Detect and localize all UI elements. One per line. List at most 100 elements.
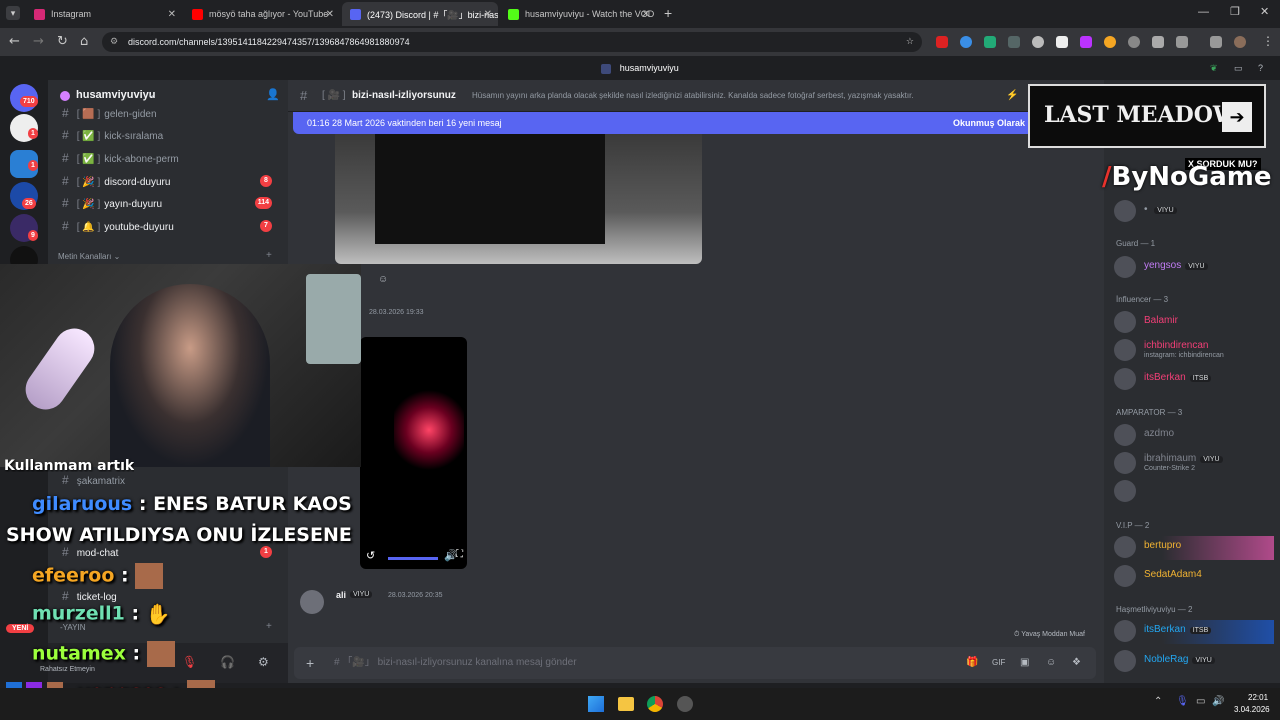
video-attachment[interactable]: ↺ 🔊 ⛶: [360, 337, 467, 569]
bookmark-star-icon[interactable]: ☆: [906, 32, 914, 52]
stream-chat-line: SHOW ATILDIYSA ONU İZLESENE: [6, 524, 352, 546]
new-messages-bar[interactable]: 01:16 28 Mart 2026 vaktinden beri 16 yen…: [293, 112, 1033, 134]
member-item[interactable]: ibrahimaum VIYU Counter-Strike 2: [1114, 452, 1274, 476]
media-control-icon[interactable]: [1210, 36, 1222, 48]
member-item[interactable]: • VIYU: [1114, 200, 1274, 224]
reload-icon[interactable]: ↻: [57, 34, 68, 49]
member-item[interactable]: [1114, 480, 1274, 504]
add-channel-icon[interactable]: +: [266, 621, 272, 632]
extension-icon[interactable]: [1032, 36, 1044, 48]
gif-icon[interactable]: GIF: [992, 647, 1005, 679]
replay-icon[interactable]: ↺: [366, 549, 375, 562]
help-icon[interactable]: ?: [1258, 56, 1263, 80]
file-explorer-icon[interactable]: [618, 697, 634, 711]
browser-tab[interactable]: husamviyuviyu - Watch the VOD ✕: [500, 2, 656, 26]
minimize-button[interactable]: —: [1198, 6, 1209, 18]
close-tab-icon[interactable]: ✕: [484, 9, 492, 20]
forward-icon[interactable]: →: [33, 34, 44, 49]
image-attachment[interactable]: [335, 134, 702, 264]
reaction-icon[interactable]: ☺: [378, 274, 388, 285]
channel-item[interactable]: # [ 🟫 ] gelen-giden: [56, 103, 282, 123]
member-item[interactable]: itsBerkan ITSB: [1114, 620, 1274, 644]
volume-bar[interactable]: [388, 557, 438, 560]
inbox-icon[interactable]: ▭: [1234, 56, 1243, 80]
channel-item[interactable]: # [ 🔔 ] youtube-duyuru 7: [56, 216, 282, 236]
adblock-extension-icon[interactable]: [936, 36, 948, 48]
threads-icon[interactable]: ⚡: [1006, 80, 1018, 112]
discord-taskbar-icon[interactable]: [677, 696, 693, 712]
tray-chevron-icon[interactable]: ⌃: [1154, 696, 1162, 707]
message-author[interactable]: ali: [336, 590, 346, 600]
leaf-icon[interactable]: ❦: [1210, 56, 1218, 80]
member-item[interactable]: Balamir: [1114, 311, 1274, 335]
member-item[interactable]: NobleRag VIYU: [1114, 650, 1274, 674]
clock-date[interactable]: 3.04.2026: [1234, 705, 1270, 714]
chrome-icon[interactable]: [647, 696, 663, 712]
add-member-icon[interactable]: 👤: [266, 88, 280, 101]
extensions-puzzle-icon[interactable]: [1176, 36, 1188, 48]
windows-start-icon[interactable]: [588, 696, 604, 712]
new-tab-button[interactable]: +: [664, 5, 672, 21]
browser-tab[interactable]: mösyö taha ağlıyor - YouTube ✕: [184, 2, 340, 26]
emoji-icon[interactable]: ☺: [1046, 647, 1056, 679]
member-item[interactable]: azdmo: [1114, 424, 1274, 448]
extension-icon[interactable]: [1104, 36, 1116, 48]
extension-icon[interactable]: [1080, 36, 1092, 48]
channel-item[interactable]: # [ ✅ ] kick-sıralama: [56, 125, 282, 145]
close-tab-icon[interactable]: ✕: [642, 9, 650, 20]
gift-icon[interactable]: 🎁: [966, 647, 978, 679]
channel-topic[interactable]: Hüsamın yayını arka planda olacak şekild…: [472, 80, 972, 112]
browser-toolbar: ← → ↻ ⌂ ⚙ discord.com/channels/139514118…: [0, 28, 1280, 56]
message-composer[interactable]: + # 「🎥」 bizi-nasıl-izliyorsunuz kanalına…: [294, 647, 1096, 679]
kick-icon: [508, 8, 519, 20]
close-tab-icon[interactable]: ✕: [326, 9, 334, 20]
close-window-button[interactable]: ✕: [1260, 5, 1269, 18]
category-header[interactable]: Metin Kanalları ⌄: [58, 252, 120, 261]
extension-icon[interactable]: [960, 36, 972, 48]
mark-as-read-button[interactable]: Okunmuş Olarak: [953, 112, 1025, 134]
shield-icon[interactable]: [1152, 36, 1164, 48]
bynogame-mark-icon: /: [1102, 162, 1112, 192]
tab-list-icon[interactable]: ▾: [6, 6, 20, 20]
emote-image: [135, 563, 164, 589]
apps-icon[interactable]: ❖: [1072, 647, 1081, 679]
extension-icon[interactable]: [1128, 36, 1140, 48]
fullscreen-icon[interactable]: ⛶: [456, 549, 463, 560]
close-tab-icon[interactable]: ✕: [168, 9, 176, 20]
sticker-icon[interactable]: ▣: [1020, 647, 1029, 679]
network-icon[interactable]: ▭: [1196, 696, 1205, 707]
add-channel-icon[interactable]: +: [266, 250, 272, 261]
maximize-button[interactable]: ❐: [1230, 5, 1240, 18]
message-avatar[interactable]: [300, 590, 324, 614]
channel-item[interactable]: # [ ✅ ] kick-abone-perm: [56, 148, 282, 168]
settings-gear-icon[interactable]: ⚙: [258, 655, 269, 669]
washing-machine: [306, 274, 361, 364]
site-info-icon[interactable]: ⚙: [110, 32, 118, 52]
member-activity: Counter-Strike 2: [1144, 465, 1195, 472]
volume-tray-icon[interactable]: 🔊: [1212, 696, 1224, 707]
browser-tab[interactable]: Instagram ✕: [26, 2, 182, 26]
member-item[interactable]: itsBerkan ITSB: [1114, 368, 1274, 392]
mute-mic-icon[interactable]: 🎙: [182, 655, 197, 669]
channel-item[interactable]: # [ 🎉 ] yayın-duyuru 114: [56, 193, 282, 213]
member-item[interactable]: bertupro: [1114, 536, 1274, 560]
extension-icon[interactable]: [1008, 36, 1020, 48]
profile-avatar[interactable]: [1234, 36, 1246, 48]
back-icon[interactable]: ←: [9, 34, 20, 49]
member-item[interactable]: yengsos VIYU: [1114, 256, 1274, 280]
home-icon[interactable]: ⌂: [80, 34, 88, 49]
address-input[interactable]: ⚙ discord.com/channels/13951411842294743…: [102, 32, 922, 52]
extension-icon[interactable]: [1056, 36, 1068, 48]
channel-item[interactable]: # [ 🎉 ] discord-duyuru 8: [56, 171, 282, 191]
clock-time[interactable]: 22:01: [1248, 693, 1268, 702]
upload-plus-icon[interactable]: +: [306, 647, 314, 679]
channel-item[interactable]: # şakamatrix: [56, 470, 282, 490]
member-item[interactable]: SedatAdam4: [1114, 565, 1274, 589]
member-item[interactable]: ichbindirencan instagram: ichbindirencan: [1114, 339, 1274, 363]
browser-menu-icon[interactable]: ⋮: [1262, 34, 1274, 48]
browser-tab-active[interactable]: (2473) Discord | #「🎥」bizi-nası ✕: [342, 2, 498, 26]
mic-tray-icon[interactable]: 🎙: [1176, 696, 1189, 707]
headphones-icon[interactable]: 🎧: [220, 655, 235, 669]
member-name: ichbindirencan: [1144, 340, 1209, 351]
extension-icon[interactable]: [984, 36, 996, 48]
